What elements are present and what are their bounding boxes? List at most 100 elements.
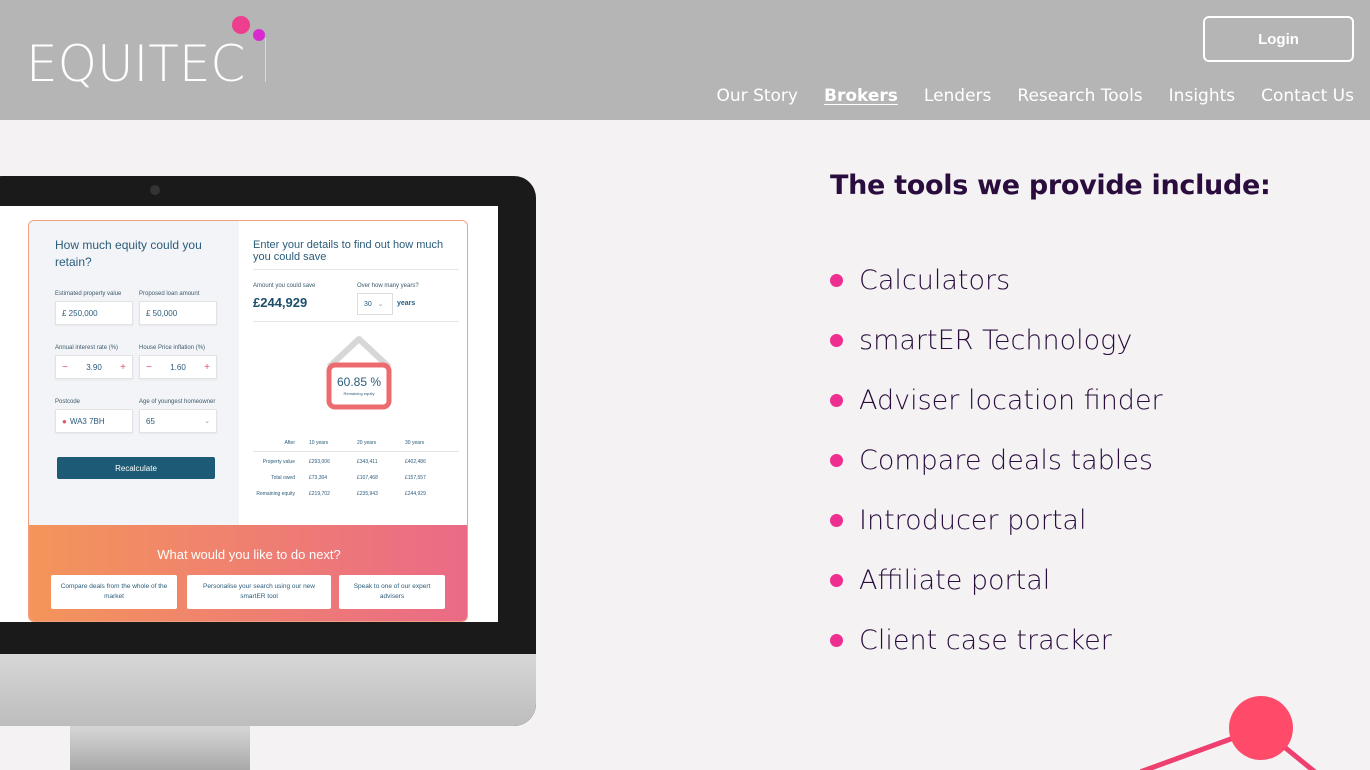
table-row: Total owed £73,304 £107,468 £157,557 (253, 470, 459, 486)
nav-contact-us[interactable]: Contact Us (1261, 86, 1354, 106)
bullet-icon (830, 333, 843, 347)
age-select[interactable]: 65 ⌄ (139, 409, 217, 433)
monitor-screen: How much equity could you retain? Estima… (0, 206, 498, 622)
nav-insights[interactable]: Insights (1169, 86, 1235, 106)
logo-dot (232, 16, 250, 34)
next-steps-panel: What would you like to do next? Compare … (29, 525, 467, 621)
equity-calculator: How much equity could you retain? Estima… (28, 220, 468, 622)
bullet-icon (830, 393, 843, 407)
bullet-icon (830, 453, 843, 467)
monitor-image: How much equity could you retain? Estima… (0, 176, 536, 726)
personalise-search-button[interactable]: Personalise your search using our new sm… (187, 575, 331, 609)
network-node-graphic (1140, 696, 1317, 770)
table-cell: £157,557 (405, 475, 426, 481)
bullet-icon (830, 573, 843, 587)
tool-label: Adviser location finder (859, 384, 1163, 416)
equity-percentage: 60.85 % (336, 375, 382, 389)
table-cell: £402,486 (405, 459, 426, 465)
bullet-icon (830, 633, 843, 647)
property-value-input[interactable]: £ 250,000 (55, 301, 133, 325)
monitor-stand (70, 720, 250, 770)
loan-amount-label: Proposed loan amount (139, 291, 200, 297)
house-icon (326, 336, 392, 410)
postcode-value: WA3 7BH (69, 416, 105, 426)
postcode-input[interactable]: ● WA3 7BH (55, 409, 133, 433)
years-select[interactable]: 30 ⌄ (357, 293, 393, 315)
table-cell: £219,702 (309, 491, 330, 497)
list-item: smartER Technology (830, 310, 1163, 370)
tools-heading: The tools we provide include: (830, 170, 1271, 201)
table-cell: £107,468 (357, 475, 378, 481)
inflation-value: 1.60 (170, 362, 186, 372)
nav-lenders[interactable]: Lenders (924, 86, 992, 106)
recalculate-button[interactable]: Recalculate (57, 457, 215, 479)
projection-table: After 10 years 20 years 30 years Propert… (253, 435, 459, 502)
list-item: Introducer portal (830, 490, 1163, 550)
plus-icon[interactable]: + (204, 362, 210, 373)
inflation-stepper[interactable]: − 1.60 + (139, 355, 217, 379)
age-label: Age of youngest homeowner (139, 399, 216, 405)
calculator-inputs: How much equity could you retain? Estima… (29, 221, 239, 525)
monitor-chin (0, 654, 536, 726)
bullet-icon (830, 513, 843, 527)
camera-dot (150, 185, 160, 195)
years-word: years (397, 300, 416, 307)
table-cell: Property value (262, 459, 295, 465)
compare-deals-button[interactable]: Compare deals from the whole of the mark… (51, 575, 177, 609)
list-item: Client case tracker (830, 610, 1163, 670)
tool-label: Client case tracker (859, 624, 1112, 656)
table-cell: £343,411 (357, 459, 378, 465)
nav-brokers[interactable]: Brokers (824, 86, 898, 106)
bullet-icon (830, 273, 843, 287)
postcode-label: Postcode (55, 399, 81, 405)
tools-list: Calculators smartER Technology Adviser l… (830, 250, 1163, 670)
chevron-down-icon: ⌄ (204, 418, 210, 425)
table-cell: Remaining equity (256, 491, 295, 497)
interest-rate-stepper[interactable]: − 3.90 + (55, 355, 133, 379)
divider (253, 321, 459, 322)
site-header: EQUITEC Login Our Story Brokers Lenders … (0, 0, 1370, 120)
interest-rate-label: Annual interest rate (%) (55, 345, 119, 351)
tool-label: Compare deals tables (859, 444, 1153, 476)
equitec-logo[interactable]: EQUITEC (26, 14, 271, 94)
nav-our-story[interactable]: Our Story (717, 86, 798, 106)
table-header-cell: After (284, 440, 295, 446)
table-row: Property value £293,006 £343,411 £402,48… (253, 454, 459, 470)
plus-icon[interactable]: + (120, 362, 126, 373)
logo-dot (253, 29, 265, 41)
tool-label: Introducer portal (859, 504, 1087, 536)
table-header-cell: 10 years (309, 440, 329, 446)
logo-text: EQUITEC (26, 35, 246, 93)
years-label: Over how many years? (357, 283, 419, 289)
tool-label: Calculators (859, 264, 1011, 296)
login-button[interactable]: Login (1203, 16, 1354, 62)
location-pin-icon: ● (62, 416, 67, 426)
list-item: Compare deals tables (830, 430, 1163, 490)
save-amount: £244,929 (253, 295, 308, 310)
equity-sublabel: Remaining equity (343, 391, 375, 396)
calculator-results: Enter your details to find out how much … (239, 221, 467, 525)
table-cell: Total owed (271, 475, 295, 481)
table-cell: £73,304 (309, 475, 328, 481)
tool-label: Affiliate portal (859, 564, 1051, 596)
inflation-label: House Price inflation (%) (139, 345, 206, 351)
results-title: Enter your details to find out how much … (253, 239, 444, 263)
speak-adviser-button[interactable]: Speak to one of our expert advisers (339, 575, 445, 609)
minus-icon[interactable]: − (62, 362, 68, 373)
tool-label: smartER Technology (859, 324, 1133, 356)
minus-icon[interactable]: − (146, 362, 152, 373)
list-item: Adviser location finder (830, 370, 1163, 430)
list-item: Calculators (830, 250, 1163, 310)
interest-rate-value: 3.90 (86, 362, 102, 372)
list-item: Affiliate portal (830, 550, 1163, 610)
main-nav: Our Story Brokers Lenders Research Tools… (717, 86, 1354, 106)
table-header-cell: 20 years (357, 440, 377, 446)
loan-amount-input[interactable]: £ 50,000 (139, 301, 217, 325)
table-cell: £244,929 (405, 491, 426, 497)
chevron-down-icon: ⌄ (377, 301, 384, 308)
nav-research-tools[interactable]: Research Tools (1017, 86, 1142, 106)
next-steps-question: What would you like to do next? (157, 547, 341, 562)
divider (253, 269, 459, 270)
save-label: Amount you could save (253, 283, 316, 289)
table-cell: £293,006 (309, 459, 330, 465)
